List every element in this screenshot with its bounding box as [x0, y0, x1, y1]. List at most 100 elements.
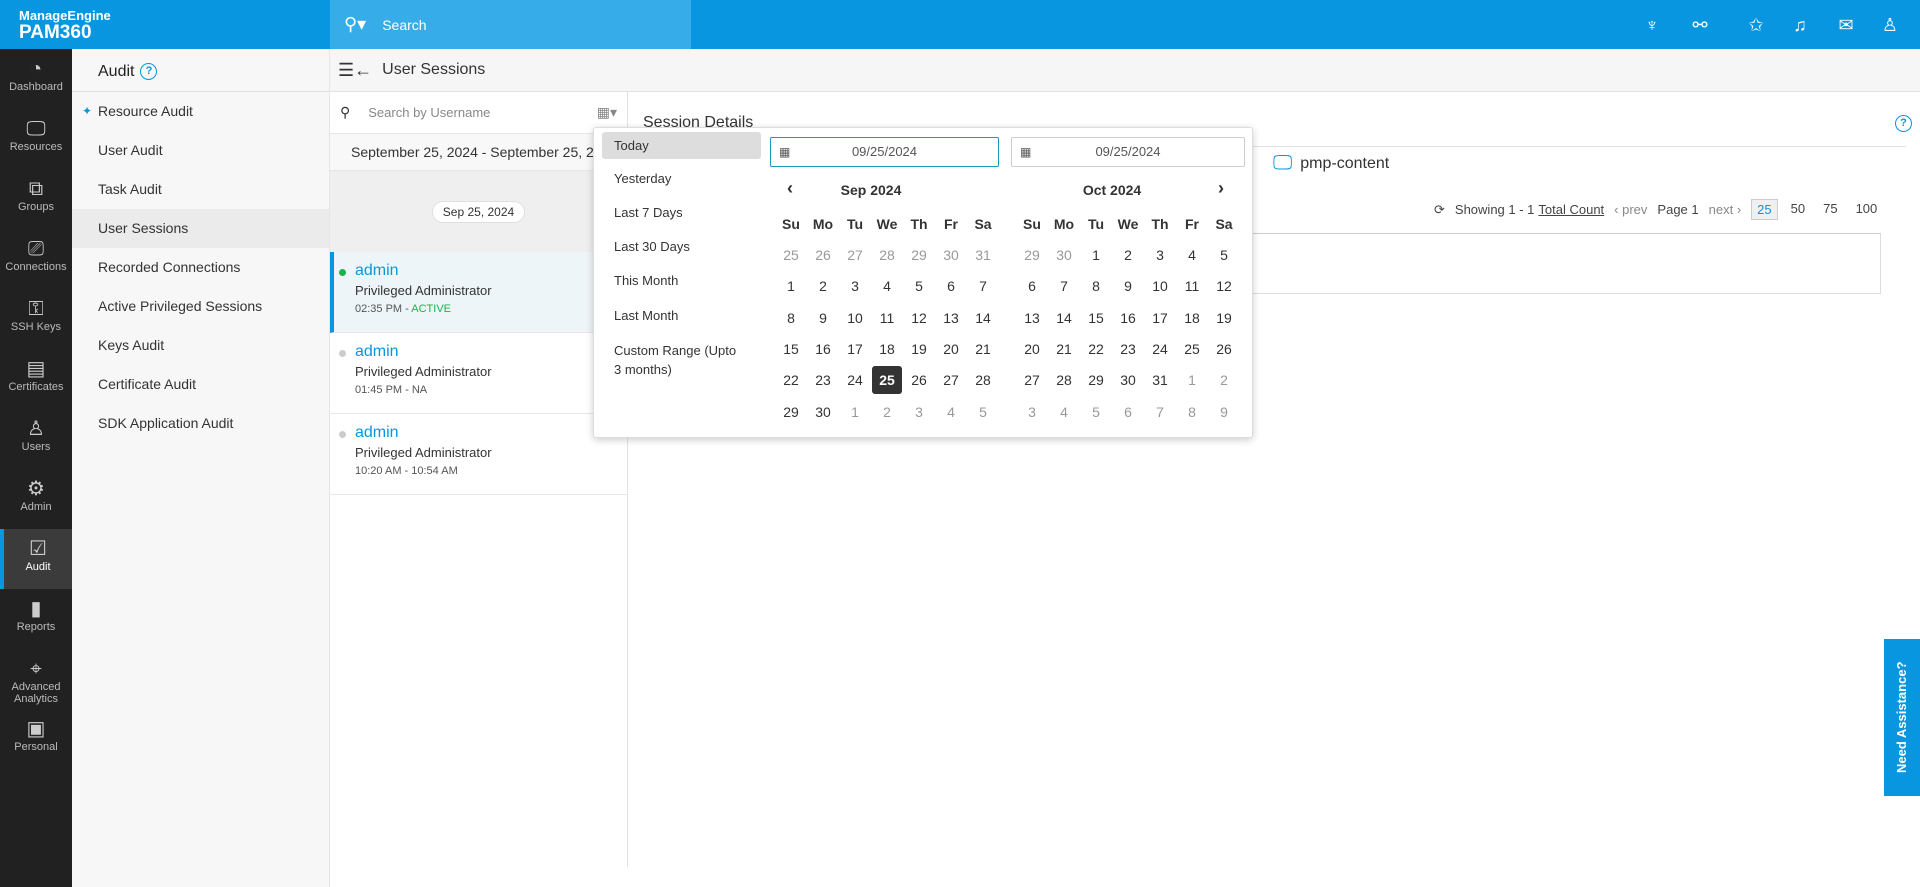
day-cell[interactable]: 25	[776, 241, 806, 269]
day-cell[interactable]: 29	[904, 241, 934, 269]
day-cell[interactable]: 16	[1113, 304, 1143, 332]
day-cell[interactable]: 17	[840, 335, 870, 363]
day-cell[interactable]: 1	[776, 272, 806, 300]
day-cell[interactable]: 31	[968, 241, 998, 269]
day-cell[interactable]: 18	[872, 335, 902, 363]
day-cell[interactable]: 24	[840, 366, 870, 394]
day-cell[interactable]: 6	[1017, 272, 1047, 300]
day-cell[interactable]: 28	[968, 366, 998, 394]
sidebar-item-admin[interactable]: ⚙ Admin	[0, 469, 72, 529]
day-cell[interactable]: 1	[1081, 241, 1111, 269]
sidebar-item-ssh-keys[interactable]: ⚿ SSH Keys	[0, 289, 72, 349]
day-cell[interactable]: 14	[968, 304, 998, 332]
day-cell[interactable]: 2	[1113, 241, 1143, 269]
day-cell[interactable]: 3	[1145, 241, 1175, 269]
prev-button[interactable]: ‹ prev	[1614, 202, 1647, 217]
day-cell[interactable]: 3	[904, 398, 934, 426]
preset-option[interactable]: Yesterday	[602, 165, 761, 192]
day-cell[interactable]: 1	[840, 398, 870, 426]
preset-option[interactable]: This Month	[602, 267, 761, 294]
preset-option[interactable]: Last Month	[602, 302, 761, 329]
day-cell[interactable]: 26	[808, 241, 838, 269]
page-size-option[interactable]: 50	[1786, 199, 1810, 220]
sidebar-item-reports[interactable]: ▮ Reports	[0, 589, 72, 649]
session-item[interactable]: admin Privileged Administrator 10:20 AM - …	[330, 414, 627, 495]
session-item[interactable]: admin Privileged Administrator 01:45 PM - …	[330, 333, 627, 414]
day-cell[interactable]: 25	[1177, 335, 1207, 363]
mail-icon[interactable]: ✉	[1833, 12, 1859, 38]
brand-product[interactable]: PAM360	[19, 22, 92, 44]
page-size-option[interactable]: 25	[1751, 199, 1778, 220]
day-cell[interactable]: 27	[936, 366, 966, 394]
day-cell[interactable]: 7	[1049, 272, 1079, 300]
submenu-item[interactable]: Active Privileged Sessions	[72, 287, 329, 326]
day-cell[interactable]: 22	[1081, 335, 1111, 363]
need-assistance-tab[interactable]: Need Assistance?	[1884, 639, 1920, 796]
user-star-icon[interactable]: ✩	[1743, 12, 1769, 38]
submenu-item[interactable]: Certificate Audit	[72, 365, 329, 404]
day-cell[interactable]: 19	[904, 335, 934, 363]
day-cell[interactable]: 13	[1017, 304, 1047, 332]
next-button[interactable]: next ›	[1709, 202, 1742, 217]
day-cell[interactable]: 12	[1209, 272, 1239, 300]
day-cell[interactable]: 23	[1113, 335, 1143, 363]
global-search[interactable]: ⚲▾ Search	[330, 0, 691, 49]
day-cell[interactable]: 25	[872, 366, 902, 395]
day-cell[interactable]: 20	[936, 335, 966, 363]
help-icon[interactable]: ?	[1895, 115, 1912, 132]
day-cell[interactable]: 5	[904, 272, 934, 300]
page-size-option[interactable]: 100	[1851, 199, 1883, 220]
day-cell[interactable]: 19	[1209, 304, 1239, 332]
sidebar-item-dashboard[interactable]: ◔ Dashboard	[0, 49, 72, 109]
day-cell[interactable]: 2	[808, 272, 838, 300]
day-cell[interactable]: 16	[808, 335, 838, 363]
end-date-input[interactable]: ▦ 09/25/2024	[1011, 137, 1245, 167]
day-cell[interactable]: 8	[1081, 272, 1111, 300]
day-cell[interactable]: 29	[776, 398, 806, 426]
day-cell[interactable]: 5	[1209, 241, 1239, 269]
day-cell[interactable]: 11	[1177, 272, 1207, 300]
day-cell[interactable]: 30	[808, 398, 838, 426]
day-cell[interactable]: 6	[1113, 398, 1143, 426]
preset-option[interactable]: Last 30 Days	[602, 233, 761, 260]
rocket-icon[interactable]: ♆	[1639, 12, 1665, 38]
username-search-input[interactable]: Search by Username	[368, 105, 578, 120]
sidebar-item-users[interactable]: ♙ Users	[0, 409, 72, 469]
menu-collapse-icon[interactable]: ☰←	[338, 60, 372, 81]
day-cell[interactable]: 3	[840, 272, 870, 300]
submenu-item[interactable]: SDK Application Audit	[72, 404, 329, 443]
day-cell[interactable]: 15	[776, 335, 806, 363]
day-cell[interactable]: 15	[1081, 304, 1111, 332]
day-cell[interactable]: 31	[1145, 366, 1175, 394]
day-cell[interactable]: 23	[808, 366, 838, 394]
day-cell[interactable]: 30	[1113, 366, 1143, 394]
day-cell[interactable]: 20	[1017, 335, 1047, 363]
day-cell[interactable]: 27	[1017, 366, 1047, 394]
day-cell[interactable]: 30	[1049, 241, 1079, 269]
day-cell[interactable]: 26	[1209, 335, 1239, 363]
day-cell[interactable]: 7	[1145, 398, 1175, 426]
sidebar-item-groups[interactable]: ⧉ Groups	[0, 169, 72, 229]
prev-month-icon[interactable]: ‹	[787, 178, 793, 199]
global-search-input[interactable]: Search	[382, 17, 426, 33]
username-search[interactable]: ⚲ Search by Username ▦▾	[330, 92, 627, 134]
sidebar-item-audit[interactable]: ☑ Audit	[0, 529, 72, 589]
next-month-icon[interactable]: ›	[1218, 178, 1224, 199]
day-cell[interactable]: 21	[1049, 335, 1079, 363]
total-count-link[interactable]: Total Count	[1538, 202, 1604, 217]
day-cell[interactable]: 9	[1113, 272, 1143, 300]
day-cell[interactable]: 9	[808, 304, 838, 332]
day-cell[interactable]: 5	[968, 398, 998, 426]
day-cell[interactable]: 1	[1177, 366, 1207, 394]
day-cell[interactable]: 27	[840, 241, 870, 269]
session-user[interactable]: admin	[355, 262, 627, 280]
day-cell[interactable]: 5	[1081, 398, 1111, 426]
submenu-item[interactable]: User Audit	[72, 131, 329, 170]
day-cell[interactable]: 24	[1145, 335, 1175, 363]
link-icon[interactable]: ⚯	[1687, 12, 1713, 38]
day-cell[interactable]: 4	[936, 398, 966, 426]
day-cell[interactable]: 21	[968, 335, 998, 363]
bell-icon[interactable]: ♫	[1787, 12, 1813, 38]
day-cell[interactable]: 4	[1049, 398, 1079, 426]
day-cell[interactable]: 22	[776, 366, 806, 394]
